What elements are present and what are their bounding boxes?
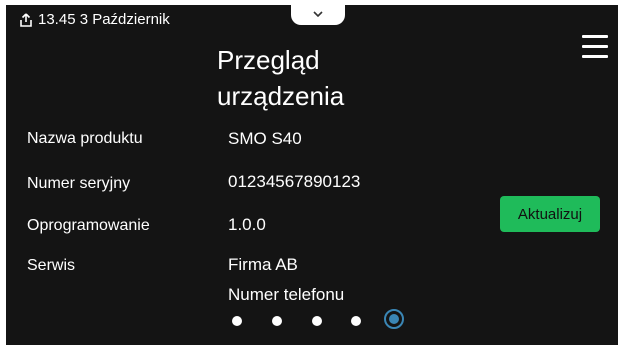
home-export-icon[interactable] xyxy=(20,13,32,27)
serial-number-label: Numer seryjny xyxy=(27,175,131,192)
page-dot-2[interactable] xyxy=(272,316,282,326)
update-button[interactable]: Aktualizuj xyxy=(500,196,600,232)
page-title: Przegląd urządzenia xyxy=(217,45,345,111)
serial-number-value: 01234567890123 xyxy=(228,172,361,191)
status-time-date: 13.45 3 Październik xyxy=(38,11,170,28)
page-dot-1[interactable] xyxy=(232,316,242,326)
service-company-value: Firma AB xyxy=(228,255,298,274)
product-name-value: SMO S40 xyxy=(228,129,302,148)
software-version-value: 1.0.0 xyxy=(228,215,266,234)
page-indicator xyxy=(228,309,418,333)
service-phone-value: Numer telefonu xyxy=(228,285,345,304)
service-label: Serwis xyxy=(27,257,76,274)
page-dot-4[interactable] xyxy=(351,316,361,326)
software-label: Oprogramowanie xyxy=(27,217,150,234)
device-screen: 13.45 3 Październik Przegląd urządzenia … xyxy=(6,5,618,345)
page-dot-3[interactable] xyxy=(312,316,322,326)
page-dot-5-active[interactable] xyxy=(384,309,404,329)
chevron-down-icon xyxy=(313,11,323,17)
hamburger-menu-icon[interactable] xyxy=(582,35,608,59)
product-name-label: Nazwa produktu xyxy=(27,130,143,147)
pull-down-tab[interactable] xyxy=(291,5,345,25)
